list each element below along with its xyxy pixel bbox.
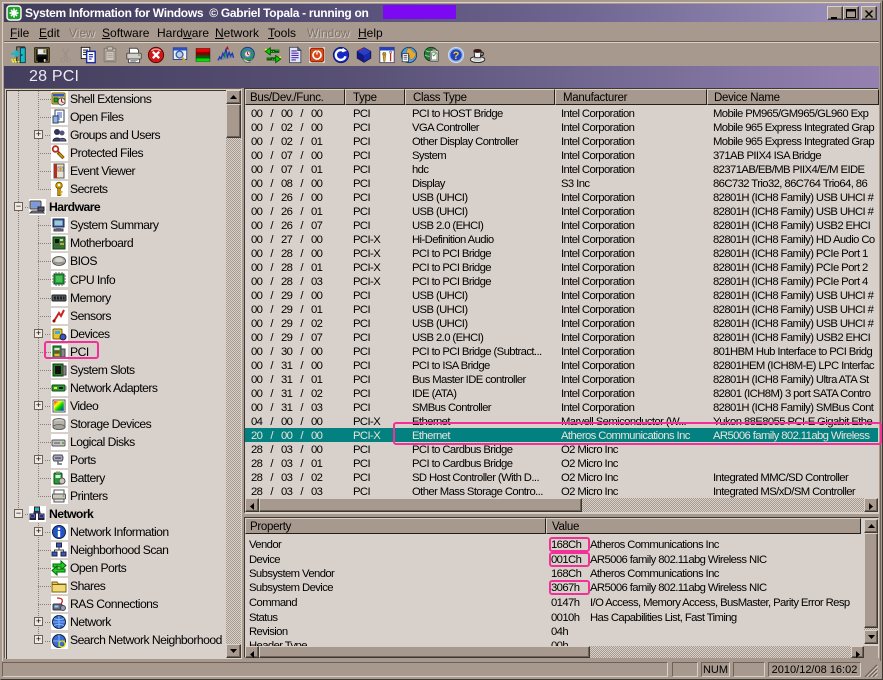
svg-text:?: ? <box>453 50 460 62</box>
